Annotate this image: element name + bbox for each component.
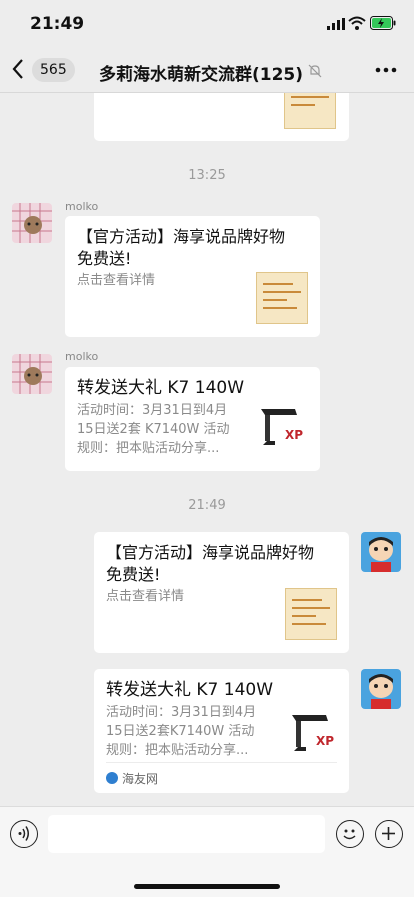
sender-name: molko: [65, 200, 99, 213]
card-title: 转发送大礼 K7 140W: [106, 680, 274, 700]
svg-text:XP: XP: [285, 428, 303, 442]
source-logo-icon: [106, 772, 118, 784]
unread-count-badge: 565: [32, 58, 75, 82]
product-image: XP: [286, 707, 342, 759]
back-button[interactable]: 565: [12, 56, 76, 84]
message-input[interactable]: [48, 815, 325, 853]
message-card-partial[interactable]: [94, 93, 349, 141]
card-source: 海友网: [106, 762, 337, 793]
avatar[interactable]: [12, 354, 52, 394]
card-description: 活动时间：3月31日到4月 15日送2套 K7140W 活动 规则：把本贴活动分…: [77, 403, 230, 456]
card-description: 活动时间：3月31日到4月 15日送2套K7140W 活动 规则：把本贴活动分享…: [106, 705, 257, 758]
product-image: XP: [255, 401, 311, 453]
voice-button[interactable]: [10, 820, 38, 848]
timestamp: 13:25: [188, 168, 226, 183]
more-options-button[interactable]: [370, 56, 402, 84]
card-description: 点击查看详情: [77, 273, 156, 288]
message-card[interactable]: 转发送大礼 K7 140W 活动时间：3月31日到4月 15日送2套 K7140…: [65, 367, 320, 471]
wifi-icon: [348, 16, 366, 30]
status-time: 21:49: [30, 14, 85, 34]
avatar[interactable]: [361, 669, 401, 709]
more-functions-button[interactable]: [375, 820, 403, 848]
card-title: 【官方活动】海享说品牌好物 免费送!: [106, 543, 315, 584]
chat-header: 565 多莉海水萌新交流群(125): [0, 48, 414, 93]
message-card[interactable]: 转发送大礼 K7 140W 活动时间：3月31日到4月 15日送2套K7140W…: [94, 669, 349, 793]
home-indicator: [134, 884, 280, 889]
timestamp: 21:49: [188, 498, 226, 513]
sender-name: molko: [65, 350, 99, 363]
emoji-button[interactable]: [336, 820, 364, 848]
signal-icon: [327, 18, 345, 30]
plus-icon: [382, 827, 395, 840]
card-thumbnail: [284, 93, 336, 129]
card-title: 转发送大礼 K7 140W: [77, 378, 245, 398]
chevron-left-icon: [12, 59, 23, 79]
message-list[interactable]: 13:25 molko 【官方活动】海享说品牌好物 免费送! 点击查看详情 mo…: [0, 93, 414, 806]
smiley-icon: [343, 829, 356, 840]
chat-title: 多莉海水萌新交流群(125): [98, 65, 304, 85]
input-bar: [0, 806, 414, 897]
message-card[interactable]: 【官方活动】海享说品牌好物 免费送! 点击查看详情: [65, 216, 320, 337]
status-bar: 21:49: [0, 0, 414, 48]
avatar[interactable]: [12, 203, 52, 243]
voice-icon: [18, 826, 29, 841]
source-label: 海友网: [122, 772, 159, 786]
card-thumbnail: [256, 272, 308, 324]
battery-charging-icon: [370, 16, 396, 30]
card-thumbnail: [285, 588, 337, 640]
card-description: 点击查看详情: [106, 589, 185, 604]
svg-text:XP: XP: [316, 734, 334, 748]
bell-off-icon: [308, 64, 322, 78]
card-title: 【官方活动】海享说品牌好物 免费送!: [77, 227, 286, 268]
avatar[interactable]: [361, 532, 401, 572]
message-card[interactable]: 【官方活动】海享说品牌好物 免费送! 点击查看详情: [94, 532, 349, 653]
